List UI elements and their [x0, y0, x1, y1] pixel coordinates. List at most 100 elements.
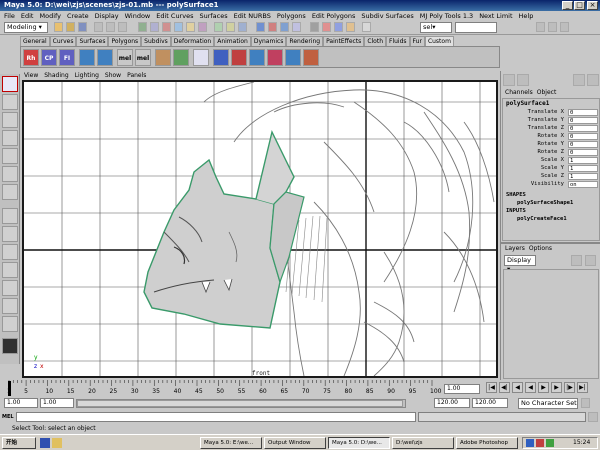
range-slider-bar[interactable] — [76, 399, 406, 408]
start-button[interactable]: 开始 — [2, 437, 36, 449]
options-menu-item[interactable]: Options — [529, 245, 552, 253]
select-by-hierarchy-icon[interactable] — [94, 22, 103, 32]
tab-cloth[interactable]: Cloth — [364, 36, 386, 46]
layer-list[interactable] — [503, 269, 599, 379]
mode-dropdown[interactable]: Modeling ▾ — [4, 22, 48, 33]
channel-translate-x[interactable]: Translate X0 — [505, 109, 600, 116]
shelf-button-cube[interactable] — [79, 49, 95, 66]
shelf-button-rh[interactable]: Rh — [23, 49, 39, 66]
menu-display[interactable]: Display — [95, 11, 119, 21]
quick-selection-field[interactable] — [455, 22, 497, 33]
panel-menu-panels[interactable]: Panels — [127, 71, 146, 80]
panel-divider[interactable] — [501, 242, 600, 244]
menu-surfaces[interactable]: Surfaces — [199, 11, 227, 21]
task-explorer-zjs[interactable]: D:\wei\zjs — [392, 437, 454, 449]
ipr-render-icon[interactable] — [334, 22, 343, 32]
tab-polygons[interactable]: Polygons — [108, 36, 142, 46]
select-tool-icon[interactable] — [2, 76, 18, 92]
channels-menu[interactable]: Channels — [505, 89, 533, 97]
snap-curve-icon[interactable] — [268, 22, 277, 32]
tab-dynamics[interactable]: Dynamics — [250, 36, 287, 46]
rotate-tool-icon[interactable] — [2, 130, 18, 146]
step-forward-key-icon[interactable]: |▶ — [564, 382, 575, 393]
tray-icon[interactable] — [546, 439, 554, 447]
task-maya-d[interactable]: Maya 5.0: D:\we... — [328, 437, 390, 449]
input-node[interactable]: polyCreateFace1 — [517, 216, 567, 222]
persp-graph-layout-icon[interactable] — [2, 262, 18, 278]
shelf-button-mel[interactable]: mel — [117, 49, 133, 66]
animation-start-field[interactable]: 1.00 — [4, 398, 38, 408]
shelf-button-tool[interactable] — [213, 49, 229, 66]
tab-surfaces[interactable]: Surfaces — [76, 36, 109, 46]
tool-settings-icon[interactable] — [587, 74, 599, 86]
selection-mask-icon[interactable] — [162, 22, 171, 32]
channel-box-layout-icon[interactable] — [503, 74, 515, 86]
channel-scale-z[interactable]: Scale Z1 — [505, 173, 600, 180]
channel-rotate-x[interactable]: Rotate X0 — [505, 133, 600, 140]
desktop-icon[interactable] — [52, 438, 62, 448]
snap-point-icon[interactable] — [280, 22, 289, 32]
maximize-button[interactable]: □ — [574, 1, 585, 10]
shelf-button-tool[interactable] — [173, 49, 189, 66]
history-icon[interactable] — [310, 22, 319, 32]
scale-tool-icon[interactable] — [2, 148, 18, 164]
shelf-button-tool[interactable] — [249, 49, 265, 66]
shelf-button-tool[interactable] — [285, 49, 301, 66]
shelf-button-tool[interactable] — [193, 49, 209, 66]
snap-grid-icon[interactable] — [256, 22, 265, 32]
go-to-start-icon[interactable]: |◀ — [486, 382, 497, 393]
new-layer-icon[interactable] — [571, 255, 582, 266]
auto-key-icon[interactable] — [581, 398, 590, 408]
play-forwards-icon[interactable]: ▶ — [538, 382, 549, 393]
channel-scale-x[interactable]: Scale X1 — [505, 157, 600, 164]
render-globals-icon[interactable] — [346, 22, 355, 32]
layer-type-dropdown[interactable]: Display ▾ — [504, 255, 536, 273]
tray-icon[interactable] — [536, 439, 544, 447]
selection-mask-icon[interactable] — [186, 22, 195, 32]
menu-modify[interactable]: Modify — [39, 11, 61, 21]
shelf-button-tool[interactable] — [231, 49, 247, 66]
menu-edit-polygons[interactable]: Edit Polygons — [312, 11, 356, 21]
select-by-component-icon[interactable] — [118, 22, 127, 32]
attribute-editor-icon[interactable] — [573, 74, 585, 86]
selection-mask-icon[interactable] — [174, 22, 183, 32]
layout-icon[interactable] — [2, 316, 18, 332]
single-perspective-layout-icon[interactable] — [2, 208, 18, 224]
new-layer-selected-icon[interactable] — [585, 255, 596, 266]
menu-mj-poly-tools[interactable]: MJ Poly Tools 1.3 — [420, 11, 473, 21]
menu-subdiv-surfaces[interactable]: Subdiv Surfaces — [361, 11, 413, 21]
input-field-toggle-icon[interactable] — [362, 22, 371, 32]
tab-curves[interactable]: Curves — [49, 36, 77, 46]
tab-general[interactable]: General — [20, 36, 50, 46]
minimize-button[interactable]: _ — [562, 1, 573, 10]
play-backwards-icon[interactable]: ◀ — [525, 382, 536, 393]
go-to-end-icon[interactable]: ▶| — [577, 382, 588, 393]
viewport-canvas[interactable]: front y z x — [24, 82, 496, 376]
channel-rotate-y[interactable]: Rotate Y0 — [505, 141, 600, 148]
layout-icon[interactable] — [2, 298, 18, 314]
menu-help[interactable]: Help — [519, 11, 534, 21]
step-forward-frame-icon[interactable]: ▶ — [551, 382, 562, 393]
select-by-object-icon[interactable] — [106, 22, 115, 32]
panel-menu-lighting[interactable]: Lighting — [75, 71, 99, 80]
new-scene-icon[interactable] — [54, 22, 63, 32]
task-photoshop[interactable]: Adobe Photoshop — [456, 437, 518, 449]
tab-deformation[interactable]: Deformation — [170, 36, 215, 46]
shelf-button-tool[interactable] — [267, 49, 283, 66]
layers-menu-item[interactable]: Layers — [505, 245, 525, 253]
window-title-bar[interactable]: Maya 5.0: D:\wei\zjs\scenes\zjs-01.mb --… — [0, 0, 600, 11]
panel-menu-show[interactable]: Show — [105, 71, 121, 80]
step-back-frame-icon[interactable]: ◀ — [512, 382, 523, 393]
channel-box-icon[interactable] — [560, 22, 569, 32]
persp-outliner-layout-icon[interactable] — [2, 244, 18, 260]
quick-selection-dropdown[interactable]: sel▾ — [420, 22, 452, 33]
menu-edit[interactable]: Edit — [21, 11, 34, 21]
tab-rendering[interactable]: Rendering — [286, 36, 324, 46]
menu-next-limit[interactable]: Next Limit — [479, 11, 512, 21]
object-name[interactable]: polySurface1 — [506, 100, 549, 107]
tab-animation[interactable]: Animation — [214, 36, 251, 46]
selection-mask-icon[interactable] — [214, 22, 223, 32]
menu-file[interactable]: File — [4, 11, 15, 21]
move-tool-icon[interactable] — [2, 112, 18, 128]
hypershade-layout-icon[interactable] — [2, 280, 18, 296]
